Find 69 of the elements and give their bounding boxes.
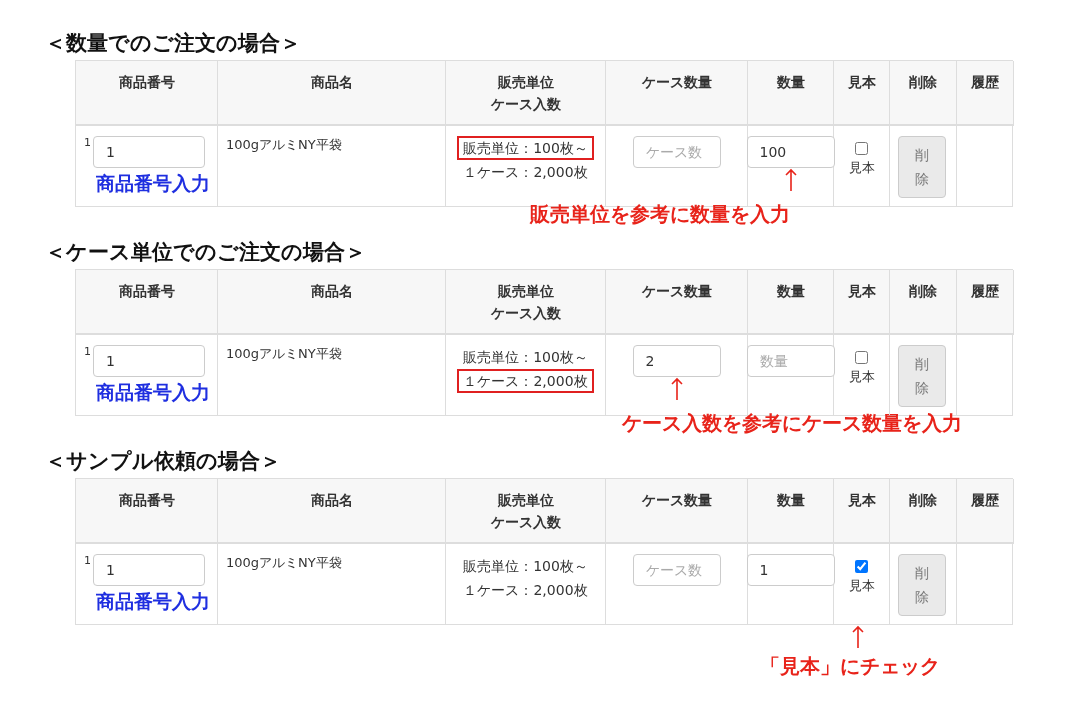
section-heading: ＜ケース単位でのご注文の場合＞	[45, 239, 367, 265]
highlighted-unit-text: 販売単位：100枚～	[457, 136, 594, 160]
unit-text: １ケース：2,000枚	[462, 163, 589, 182]
arrow-icon	[670, 377, 683, 401]
column-header: ケース数量	[640, 73, 713, 92]
product-number-field[interactable]: 1	[93, 345, 205, 377]
column-header: 削除	[908, 282, 938, 301]
column-header: 商品番号	[117, 73, 176, 92]
column-header: 削除	[908, 73, 938, 92]
column-header: 商品番号	[117, 491, 176, 510]
annotation-text: 商品番号入力	[96, 589, 210, 614]
checkbox-label: 見本	[848, 577, 875, 595]
column-header: 見本	[846, 282, 877, 301]
column-header: 見本	[846, 73, 877, 92]
column-header: ケース数量	[640, 282, 713, 301]
column-header: ケース入数	[489, 513, 562, 532]
unit-text: １ケース：2,000枚	[462, 581, 589, 600]
annotation-text: 商品番号入力	[96, 171, 210, 196]
column-header: 販売単位	[496, 282, 555, 301]
row-number: 1	[84, 136, 91, 149]
delete-button[interactable]: 削除	[898, 136, 946, 198]
column-header: 商品番号	[117, 282, 176, 301]
column-header: ケース数量	[640, 491, 713, 510]
column-header: 履歴	[970, 73, 1000, 92]
case-quantity-field[interactable]: 2	[632, 345, 721, 377]
row-number: 1	[84, 554, 91, 567]
annotation-text: 販売単位を参考に数量を入力	[530, 201, 790, 227]
row-number: 1	[84, 345, 91, 358]
column-header: 履歴	[970, 282, 1000, 301]
column-header: ケース入数	[489, 304, 562, 323]
column-header: 削除	[908, 491, 938, 510]
quantity-field[interactable]: 100	[746, 136, 835, 168]
product-name: 100gアルミNY平袋	[226, 346, 342, 361]
column-header: 数量	[775, 73, 806, 92]
product-number-field[interactable]: 1	[93, 554, 205, 586]
product-name: 100gアルミNY平袋	[226, 137, 342, 152]
column-header: 商品名	[309, 73, 354, 92]
checkbox-label: 見本	[848, 159, 875, 177]
highlighted-unit-text: １ケース：2,000枚	[457, 369, 594, 393]
section-heading: ＜数量でのご注文の場合＞	[45, 30, 302, 56]
unit-text: 販売単位：100枚～	[462, 348, 589, 367]
case-quantity-field[interactable]: ケース数	[632, 554, 721, 586]
delete-button[interactable]: 削除	[898, 345, 946, 407]
sample-checkbox[interactable]	[855, 351, 868, 364]
unit-text: 販売単位：100枚～	[462, 557, 589, 576]
column-header: 見本	[846, 491, 877, 510]
arrow-icon	[852, 625, 864, 649]
column-header: 販売単位	[496, 491, 555, 510]
column-header: 数量	[775, 282, 806, 301]
product-number-field[interactable]: 1	[93, 136, 205, 168]
annotation-text: 商品番号入力	[96, 380, 210, 405]
section-heading: ＜サンプル依頼の場合＞	[45, 448, 282, 474]
delete-button[interactable]: 削除	[898, 554, 946, 616]
column-header: 商品名	[309, 491, 354, 510]
column-header: 販売単位	[496, 73, 555, 92]
sample-checkbox[interactable]	[855, 560, 868, 573]
column-header: ケース入数	[489, 95, 562, 114]
quantity-field[interactable]: 数量	[746, 345, 835, 377]
annotation-text: ケース入数を参考にケース数量を入力	[622, 410, 962, 436]
quantity-field[interactable]: 1	[746, 554, 835, 586]
product-name: 100gアルミNY平袋	[226, 555, 342, 570]
column-header: 商品名	[309, 282, 354, 301]
column-header: 履歴	[970, 491, 1000, 510]
column-header: 数量	[775, 491, 806, 510]
case-quantity-field[interactable]: ケース数	[632, 136, 721, 168]
checkbox-label: 見本	[848, 368, 875, 386]
annotation-text: 「見本」にチェック	[760, 653, 940, 679]
sample-checkbox[interactable]	[855, 142, 868, 155]
arrow-icon	[784, 168, 797, 192]
